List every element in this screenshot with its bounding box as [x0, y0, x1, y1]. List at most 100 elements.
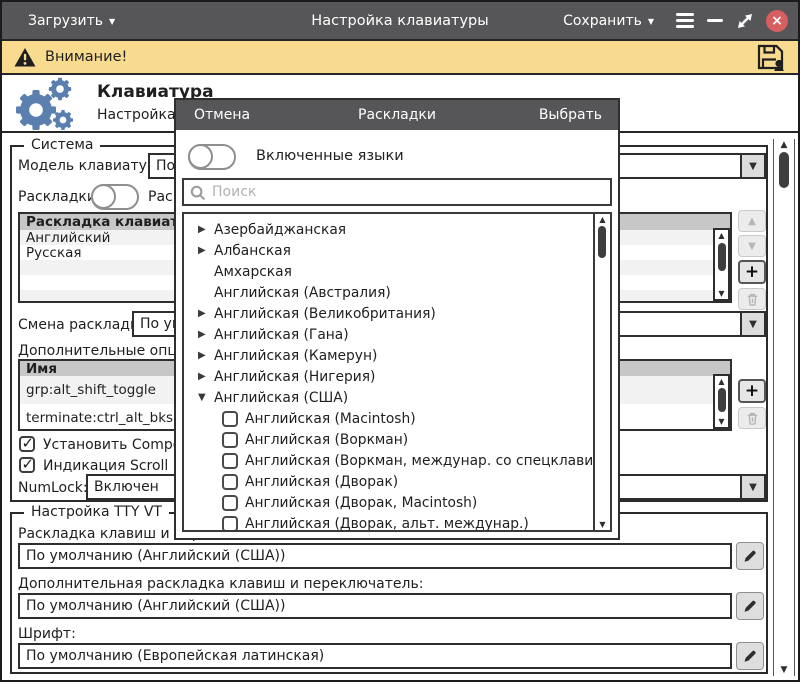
save-file-icon[interactable]	[756, 43, 786, 72]
scroll-up-icon[interactable]: ▲	[715, 231, 728, 240]
edit-tty-font-button[interactable]	[736, 642, 764, 670]
language-row[interactable]: ▼Английская (США)	[184, 387, 610, 408]
variant-label: Английская (Дворак, альт. междунар.)	[245, 516, 529, 532]
scrollbar-thumb[interactable]	[779, 152, 789, 188]
search-input[interactable]	[212, 182, 604, 202]
variant-checkbox[interactable]	[222, 474, 238, 490]
variant-checkbox[interactable]	[222, 432, 238, 448]
variant-label: Английская (Дворак)	[245, 474, 398, 490]
pencil-icon	[742, 548, 758, 564]
variant-checkbox[interactable]	[222, 516, 238, 532]
variant-checkbox[interactable]	[222, 411, 238, 427]
scrolllock-checkbox[interactable]: ✓	[19, 457, 35, 473]
close-button[interactable]: ×	[766, 10, 788, 32]
language-label: Английская (США)	[214, 390, 348, 406]
scroll-up-icon[interactable]: ▲	[715, 377, 728, 386]
tree-collapsed-icon[interactable]: ▶	[198, 350, 214, 361]
combo-arrow-icon[interactable]: ▼	[740, 155, 764, 177]
language-row[interactable]: ▶Английская (Камерун)	[184, 345, 610, 366]
scrollbar-thumb[interactable]	[718, 388, 726, 412]
add-option-button[interactable]: +	[738, 379, 766, 403]
tree-collapsed-icon[interactable]: ▶	[198, 329, 214, 340]
variant-label: Английская (Дворак, Macintosh)	[245, 495, 477, 511]
tree-collapsed-icon[interactable]: ▶	[198, 308, 214, 319]
language-row[interactable]: ▶Английская (Гана)	[184, 324, 610, 345]
scroll-down-icon[interactable]: ▼	[715, 289, 728, 298]
variant-checkbox[interactable]	[222, 495, 238, 511]
language-row[interactable]: ▶Албанская	[184, 240, 610, 261]
maximize-icon[interactable]	[734, 10, 756, 32]
save-menu-label: Сохранить	[563, 13, 642, 29]
enabled-languages-toggle[interactable]	[188, 144, 236, 170]
combo-arrow-icon[interactable]: ▼	[740, 476, 764, 498]
language-label: Английская (Гана)	[214, 327, 349, 343]
keyboard-settings-gears-icon	[12, 77, 80, 133]
toolbar: Загрузить ▼ Настройка клавиатуры Сохрани…	[2, 2, 798, 39]
layouts-table-scrollbar[interactable]: ▲ ▼	[713, 228, 730, 301]
layout-variant-row[interactable]: Английская (Воркман, междунар. со спецкл…	[184, 450, 610, 471]
combo-arrow-icon[interactable]: ▼	[740, 313, 764, 335]
layout-variant-row[interactable]: Английская (Дворак, альт. междунар.)	[184, 513, 610, 532]
check-icon: ✓	[22, 434, 35, 452]
language-row[interactable]: ▶Азербайджанская	[184, 219, 610, 240]
languages-list: ▶Азербайджанская ▶Албанская Амхарская Ан…	[182, 212, 612, 532]
scrollbar-thumb[interactable]	[718, 243, 726, 271]
scrollbar-thumb[interactable]	[598, 226, 606, 258]
options-table-scrollbar[interactable]: ▲ ▼	[713, 374, 730, 429]
tree-collapsed-icon[interactable]: ▶	[198, 371, 214, 382]
delete-layout-button[interactable]	[738, 288, 766, 310]
delete-option-button[interactable]	[738, 407, 766, 429]
layout-variant-row[interactable]: Английская (Дворак, Macintosh)	[184, 492, 610, 513]
trash-icon	[745, 411, 760, 426]
language-label: Албанская	[214, 243, 291, 259]
scroll-up-icon[interactable]: ▲	[774, 140, 794, 150]
scroll-down-icon[interactable]: ▼	[715, 417, 728, 426]
pencil-icon	[742, 648, 758, 664]
scroll-down-icon[interactable]: ▼	[774, 665, 794, 675]
minimize-button[interactable]	[706, 12, 724, 30]
chevron-down-icon: ▼	[109, 17, 115, 26]
compose-checkbox[interactable]: ✓	[19, 436, 35, 452]
move-layout-up-button[interactable]: ▲	[738, 210, 766, 232]
search-box	[182, 178, 612, 206]
load-menu-button[interactable]: Загрузить ▼	[18, 13, 125, 29]
trash-icon	[745, 292, 760, 307]
edit-tty-extra-layout-button[interactable]	[736, 592, 764, 620]
layout-variant-row[interactable]: Английская (Macintosh)	[184, 408, 610, 429]
language-row[interactable]: ▶Английская (Великобритания)	[184, 303, 610, 324]
tree-expanded-icon[interactable]: ▼	[198, 392, 214, 403]
scroll-down-icon[interactable]: ▼	[595, 520, 610, 529]
layouts-label: Раскладки:	[18, 189, 101, 205]
variant-label: Английская (Воркман)	[245, 432, 408, 448]
dialog-select-button[interactable]: Выбрать	[539, 107, 602, 123]
layouts-toggle[interactable]	[91, 184, 139, 210]
move-layout-down-button[interactable]: ▼	[738, 235, 766, 257]
menu-icon[interactable]	[674, 11, 696, 31]
scroll-up-icon[interactable]: ▲	[595, 215, 610, 224]
language-row[interactable]: Амхарская	[184, 261, 610, 282]
variant-checkbox[interactable]	[222, 453, 238, 469]
layout-variant-row[interactable]: Английская (Дворак)	[184, 471, 610, 492]
language-label: Английская (Нигерия)	[214, 369, 375, 385]
language-label: Английская (Камерун)	[214, 348, 377, 364]
language-label: Азербайджанская	[214, 222, 346, 238]
language-row[interactable]: ▶Английская (Нигерия)	[184, 366, 610, 387]
add-layout-button[interactable]: +	[738, 260, 766, 284]
tree-collapsed-icon[interactable]: ▶	[198, 224, 214, 235]
main-scrollbar[interactable]: ▲ ▼	[773, 139, 795, 676]
tty-layout-field[interactable]: По умолчанию (Английский (США))	[18, 543, 732, 569]
edit-tty-layout-button[interactable]	[736, 542, 764, 570]
chevron-down-icon: ▼	[648, 17, 654, 26]
tty-font-field[interactable]: По умолчанию (Европейская латинская)	[18, 643, 732, 669]
up-arrow-icon: ▲	[748, 216, 756, 227]
down-arrow-icon: ▼	[748, 241, 756, 252]
tree-collapsed-icon[interactable]: ▶	[198, 245, 214, 256]
save-menu-button[interactable]: Сохранить ▼	[553, 13, 664, 29]
tty-extra-layout-field[interactable]: По умолчанию (Английский (США))	[18, 593, 732, 619]
app-window: Загрузить ▼ Настройка клавиатуры Сохрани…	[0, 0, 800, 682]
layout-variant-row[interactable]: Английская (Воркман)	[184, 429, 610, 450]
languages-list-scrollbar[interactable]: ▲ ▼	[593, 214, 610, 530]
language-row[interactable]: Английская (Австралия)	[184, 282, 610, 303]
tty-extra-layout-value: По умолчанию (Английский (США))	[26, 598, 285, 614]
tty-layout-value: По умолчанию (Английский (США))	[26, 548, 285, 564]
